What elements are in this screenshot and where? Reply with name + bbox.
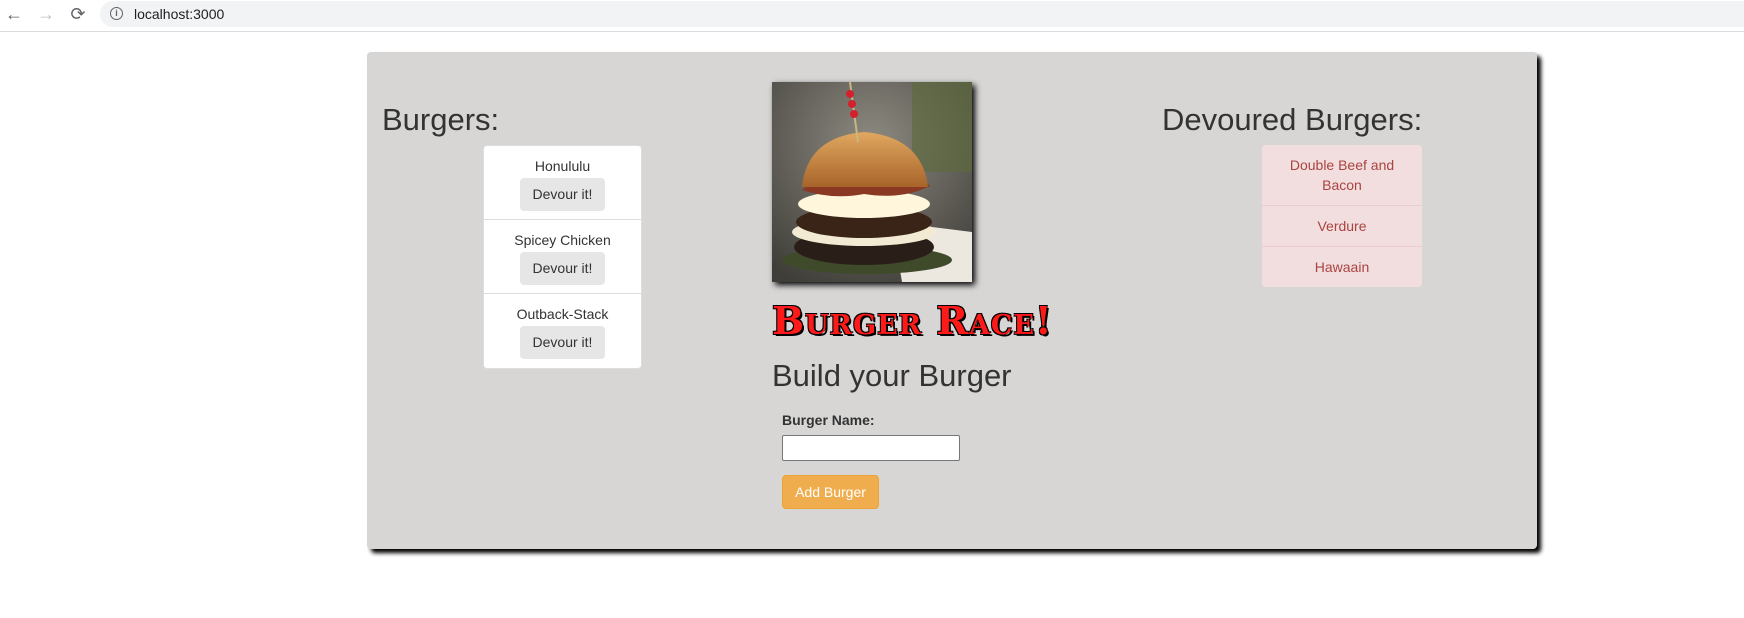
burger-name-label: Burger Name: — [782, 412, 875, 428]
devoured-burgers-heading: Devoured Burgers: — [1162, 102, 1423, 137]
add-burger-button[interactable]: Add Burger — [782, 475, 879, 509]
burger-race-title: Burger Race! — [772, 298, 1053, 343]
list-item: Honululu Devour it! — [484, 146, 641, 220]
list-item: Spicey Chicken Devour it! — [484, 220, 641, 294]
burger-photo — [772, 82, 972, 282]
devour-button[interactable]: Devour it! — [519, 326, 606, 359]
address-bar[interactable]: i localhost:3000 — [100, 1, 1744, 27]
list-item: Outback-Stack Devour it! — [484, 294, 641, 368]
burger-name: Honululu — [534, 158, 591, 174]
burger-illustration — [772, 82, 972, 282]
list-item: Verdure — [1262, 206, 1422, 247]
url-text[interactable]: localhost:3000 — [134, 6, 224, 22]
devoured-list: Double Beef and Bacon Verdure Hawaain — [1262, 145, 1422, 287]
site-info-icon[interactable]: i — [110, 7, 123, 20]
build-burger-heading: Build your Burger — [772, 358, 1012, 393]
burger-name: Outback-Stack — [516, 306, 609, 322]
browser-toolbar: ← → ⟳ i localhost:3000 — [0, 0, 1744, 32]
devour-button[interactable]: Devour it! — [519, 252, 606, 285]
burger-name: Spicey Chicken — [514, 232, 611, 248]
list-item: Double Beef and Bacon — [1262, 145, 1422, 206]
back-arrow-icon[interactable]: ← — [3, 3, 25, 25]
burger-name-input[interactable] — [782, 435, 960, 461]
list-item: Hawaain — [1314, 259, 1370, 275]
burgers-heading: Burgers: — [382, 102, 500, 137]
forward-arrow-icon[interactable]: → — [35, 3, 57, 25]
devour-button[interactable]: Devour it! — [519, 178, 606, 211]
burger-list: Honululu Devour it! Spicey Chicken Devou… — [483, 145, 642, 369]
reload-icon[interactable]: ⟳ — [67, 3, 89, 25]
main-panel: Burgers: Honululu Devour it! Spicey Chic… — [367, 52, 1537, 549]
